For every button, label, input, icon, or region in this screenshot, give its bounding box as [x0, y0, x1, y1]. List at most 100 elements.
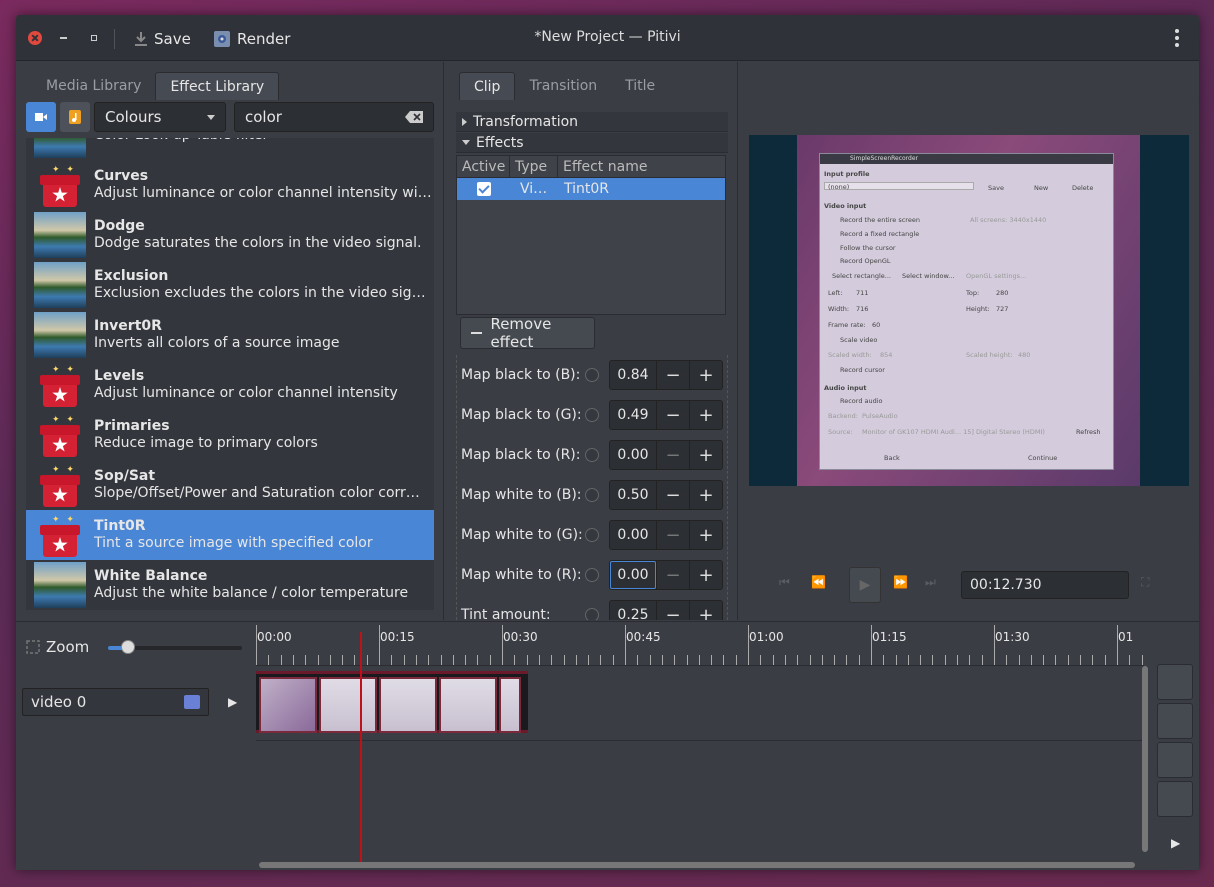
- tab-title[interactable]: Title: [611, 72, 669, 100]
- list-item[interactable]: Exclusion Exclusion excludes the colors i…: [26, 260, 434, 310]
- increment-button[interactable]: +: [689, 561, 722, 589]
- param-value-input[interactable]: 0.84: [610, 361, 656, 389]
- zoom-slider[interactable]: [108, 640, 242, 654]
- decrement-button[interactable]: −: [656, 361, 689, 389]
- ruler-tick: [883, 655, 884, 665]
- effect-text: Primaries Reduce image to primary colors: [94, 418, 434, 452]
- goto-start-icon[interactable]: ⏮: [779, 575, 790, 590]
- increment-button[interactable]: +: [689, 441, 722, 469]
- zoom-slider-handle[interactable]: [121, 640, 136, 654]
- ruler-tick: [551, 655, 552, 665]
- keyframe-radio[interactable]: [585, 408, 599, 422]
- category-dropdown[interactable]: Colours: [94, 102, 226, 132]
- video-effects-toggle[interactable]: [26, 102, 56, 132]
- tab-effect-library[interactable]: Effect Library: [155, 72, 280, 100]
- layer-header[interactable]: video 0: [22, 688, 209, 716]
- keyframe-radio[interactable]: [585, 368, 599, 382]
- playhead[interactable]: [360, 632, 362, 862]
- list-item[interactable]: ✦ ✦ ✦LevelsAdjust luminance or color cha…: [26, 360, 434, 410]
- keyframe-radio[interactable]: [585, 448, 599, 462]
- param-value-input[interactable]: 0.00: [610, 441, 656, 469]
- tab-media-library[interactable]: Media Library: [32, 72, 155, 100]
- decrement-button[interactable]: −: [656, 521, 689, 549]
- ruler-label: 00:30: [503, 630, 538, 644]
- timeline-horizontal-scrollbar[interactable]: [259, 862, 1135, 868]
- param-value-input[interactable]: 0.50: [610, 481, 656, 509]
- timecode-field[interactable]: 00:12.730: [961, 571, 1129, 599]
- keyframe-button[interactable]: [1157, 703, 1193, 739]
- col-effect-name[interactable]: Effect name: [558, 156, 725, 178]
- ruler-tick: [527, 655, 528, 665]
- list-item[interactable]: Invert0R Inverts all colors of a source i…: [26, 310, 434, 360]
- zoom-label: Zoom: [46, 638, 90, 656]
- ruler-tick: [982, 655, 983, 665]
- layer-expand-icon[interactable]: ▶: [228, 695, 237, 709]
- list-item[interactable]: ✦ ✦ ✦PrimariesReduce image to primary co…: [26, 410, 434, 460]
- param-value-input[interactable]: 0.25: [610, 601, 656, 620]
- effects-expander[interactable]: Effects: [456, 133, 728, 153]
- param-value-input[interactable]: 0.00: [610, 561, 656, 589]
- increment-button[interactable]: +: [689, 521, 722, 549]
- tab-clip[interactable]: Clip: [459, 72, 516, 100]
- decrement-button[interactable]: −: [656, 561, 689, 589]
- param-value-input[interactable]: 0.00: [610, 521, 656, 549]
- param-value-input[interactable]: 0.49: [610, 401, 656, 429]
- increment-button[interactable]: +: [689, 361, 722, 389]
- list-item[interactable]: Dodge Dodge saturates the colors in the v…: [26, 210, 434, 260]
- list-item[interactable]: ✦ ✦ ✦Sop/SatSlope/Offset/Power and Satur…: [26, 460, 434, 510]
- fullscreen-icon[interactable]: ⛶: [1141, 575, 1149, 590]
- play-button[interactable]: ▶: [849, 567, 881, 603]
- col-active[interactable]: Active: [457, 155, 510, 178]
- more-tools-icon[interactable]: ▶: [1171, 836, 1180, 850]
- increment-button[interactable]: +: [689, 481, 722, 509]
- col-type[interactable]: Type: [510, 155, 558, 178]
- effect-name-cell: Tint0R: [564, 181, 610, 197]
- type-cell: Vi…: [520, 181, 548, 197]
- preview-scaled-height: Scaled height:: [966, 351, 1013, 359]
- split-clip-button[interactable]: [1157, 664, 1193, 700]
- list-item[interactable]: ✦ ✦ ✦CurvesAdjust luminance or color cha…: [26, 160, 434, 210]
- decrement-button[interactable]: −: [656, 401, 689, 429]
- video-clip[interactable]: [256, 671, 528, 733]
- keyframe-radio[interactable]: [585, 528, 599, 542]
- list-item[interactable]: ✦ ✦ ✦Tint0RTint a source image with spec…: [26, 510, 434, 560]
- decrement-button[interactable]: −: [656, 601, 689, 620]
- ruler-tick: [404, 655, 405, 665]
- list-item[interactable]: White Balance Adjust the white balance / …: [26, 560, 434, 610]
- transformation-expander[interactable]: Transformation: [456, 112, 728, 132]
- keyframe-radio[interactable]: [585, 608, 599, 620]
- table-row[interactable]: Vi… Tint0R: [457, 178, 725, 200]
- decrement-button[interactable]: −: [656, 441, 689, 469]
- ruler-tick: [687, 655, 688, 665]
- group-clips-button[interactable]: [1157, 742, 1193, 778]
- preview-app-title: SimpleScreenRecorder: [820, 154, 1113, 164]
- decrement-button[interactable]: −: [656, 481, 689, 509]
- forward-icon[interactable]: ⏩: [893, 575, 908, 589]
- ruler-tick: [502, 625, 503, 665]
- ruler-tick: [957, 655, 958, 665]
- effect-description: Reduce image to primary colors: [94, 435, 318, 451]
- remove-effect-button[interactable]: Remove effect: [460, 315, 595, 351]
- timeline-vertical-scrollbar[interactable]: [1142, 666, 1148, 852]
- ruler-tick: [650, 655, 651, 665]
- increment-button[interactable]: +: [689, 401, 722, 429]
- clear-search-icon[interactable]: [405, 111, 423, 123]
- list-item[interactable]: Color Look-up Table filter: [26, 138, 434, 160]
- tab-transition[interactable]: Transition: [515, 72, 611, 100]
- active-checkbox[interactable]: [477, 182, 491, 196]
- keyframe-radio[interactable]: [585, 568, 599, 582]
- timeline-ruler[interactable]: 00:00 00:15 00:30 00:45 01:00 01:15 01:30 01: [256, 622, 1144, 666]
- ungroup-clips-button[interactable]: [1157, 781, 1193, 817]
- goto-end-icon[interactable]: ⏭: [925, 575, 936, 590]
- increment-button[interactable]: +: [689, 601, 722, 620]
- keyframe-radio[interactable]: [585, 488, 599, 502]
- rewind-icon[interactable]: ⏪: [811, 575, 826, 589]
- effect-search-input[interactable]: color: [234, 102, 434, 132]
- menu-icon[interactable]: [1175, 29, 1179, 47]
- audio-effects-toggle[interactable]: [60, 102, 90, 132]
- ruler-tick: [293, 655, 294, 665]
- zoom-fit-icon[interactable]: [26, 640, 40, 654]
- ruler-tick: [477, 655, 478, 665]
- preview-select-rect: Select rectangle...: [832, 272, 892, 280]
- effect-description: Slope/Offset/Power and Saturation color …: [94, 485, 420, 501]
